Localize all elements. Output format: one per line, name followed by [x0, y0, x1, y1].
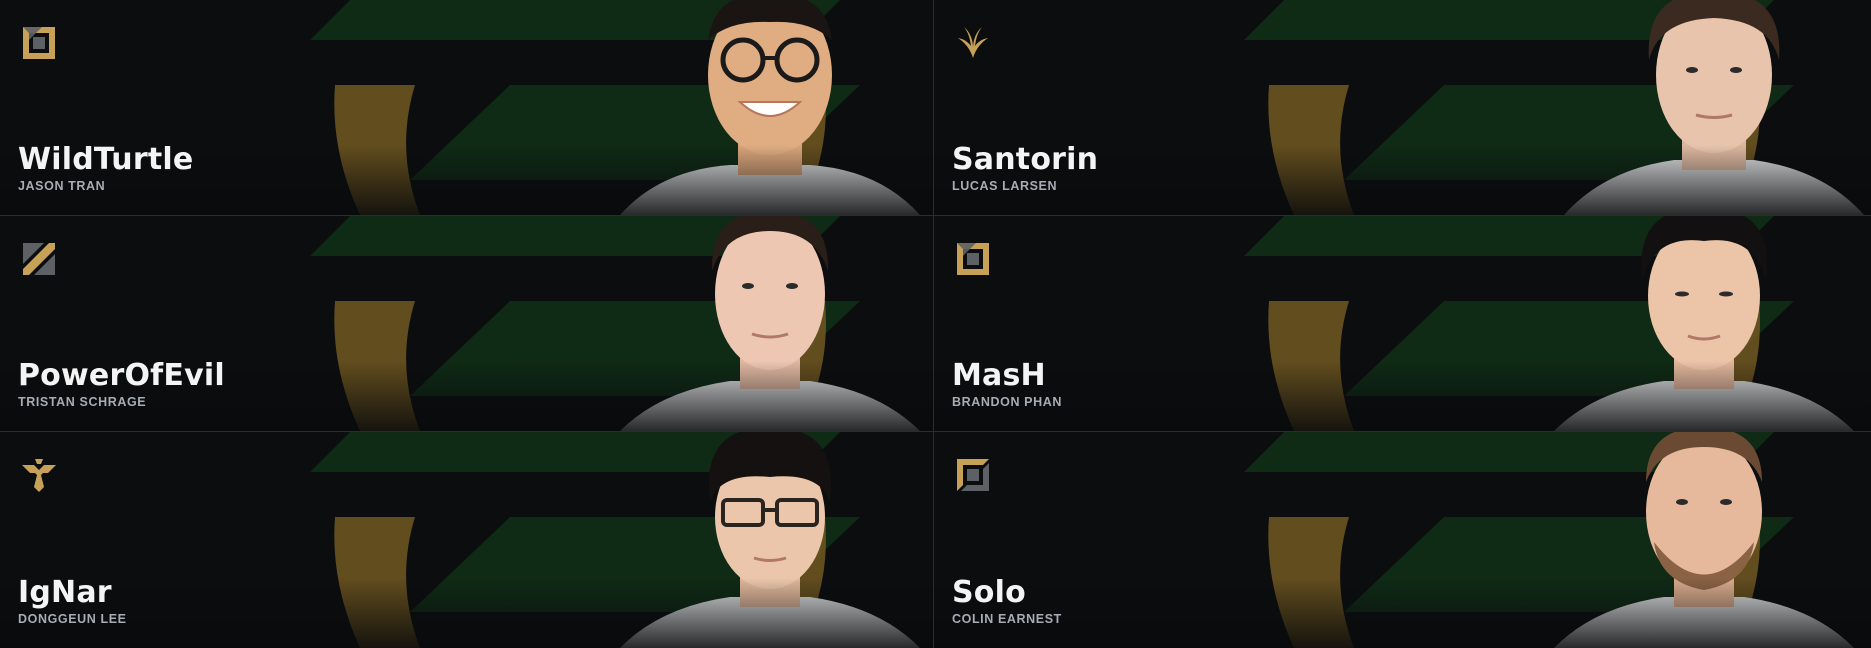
player-handle: Solo — [952, 575, 1026, 610]
card-fade — [0, 578, 933, 648]
jungle-icon — [958, 27, 988, 58]
player-real-name: TRISTAN SCHRAGE — [18, 395, 147, 409]
player-handle: Santorin — [952, 142, 1099, 177]
player-real-name: BRANDON PHAN — [952, 395, 1062, 409]
support-icon — [22, 459, 56, 492]
player-real-name: LUCAS LARSEN — [952, 179, 1058, 193]
player-real-name: JASON TRAN — [18, 179, 106, 193]
player-card-powerofevil[interactable]: PowerOfEvil TRISTAN SCHRAGE — [0, 216, 933, 431]
player-handle: WildTurtle — [18, 142, 194, 177]
player-real-name: COLIN EARNEST — [952, 612, 1062, 626]
top-lane-icon — [957, 459, 989, 491]
mid-lane-icon — [23, 243, 55, 275]
player-card-mash[interactable]: MasH BRANDON PHAN — [934, 216, 1871, 431]
card-fade — [934, 578, 1871, 648]
card-fade — [934, 361, 1871, 431]
player-handle: IgNar — [18, 575, 112, 610]
player-roster-grid: WildTurtle JASON TRAN Santorin LUCAS LAR… — [0, 0, 1871, 648]
player-handle: PowerOfEvil — [18, 358, 225, 393]
bottom-lane-icon — [23, 27, 55, 59]
player-card-ignar[interactable]: IgNar DONGGEUN LEE — [0, 432, 933, 648]
player-real-name: DONGGEUN LEE — [18, 612, 127, 626]
player-card-solo[interactable]: Solo COLIN EARNEST — [934, 432, 1871, 648]
player-card-wildturtle[interactable]: WildTurtle JASON TRAN — [0, 0, 933, 215]
player-handle: MasH — [952, 358, 1046, 393]
player-card-santorin[interactable]: Santorin LUCAS LARSEN — [934, 0, 1871, 215]
bottom-lane-icon — [957, 243, 989, 275]
